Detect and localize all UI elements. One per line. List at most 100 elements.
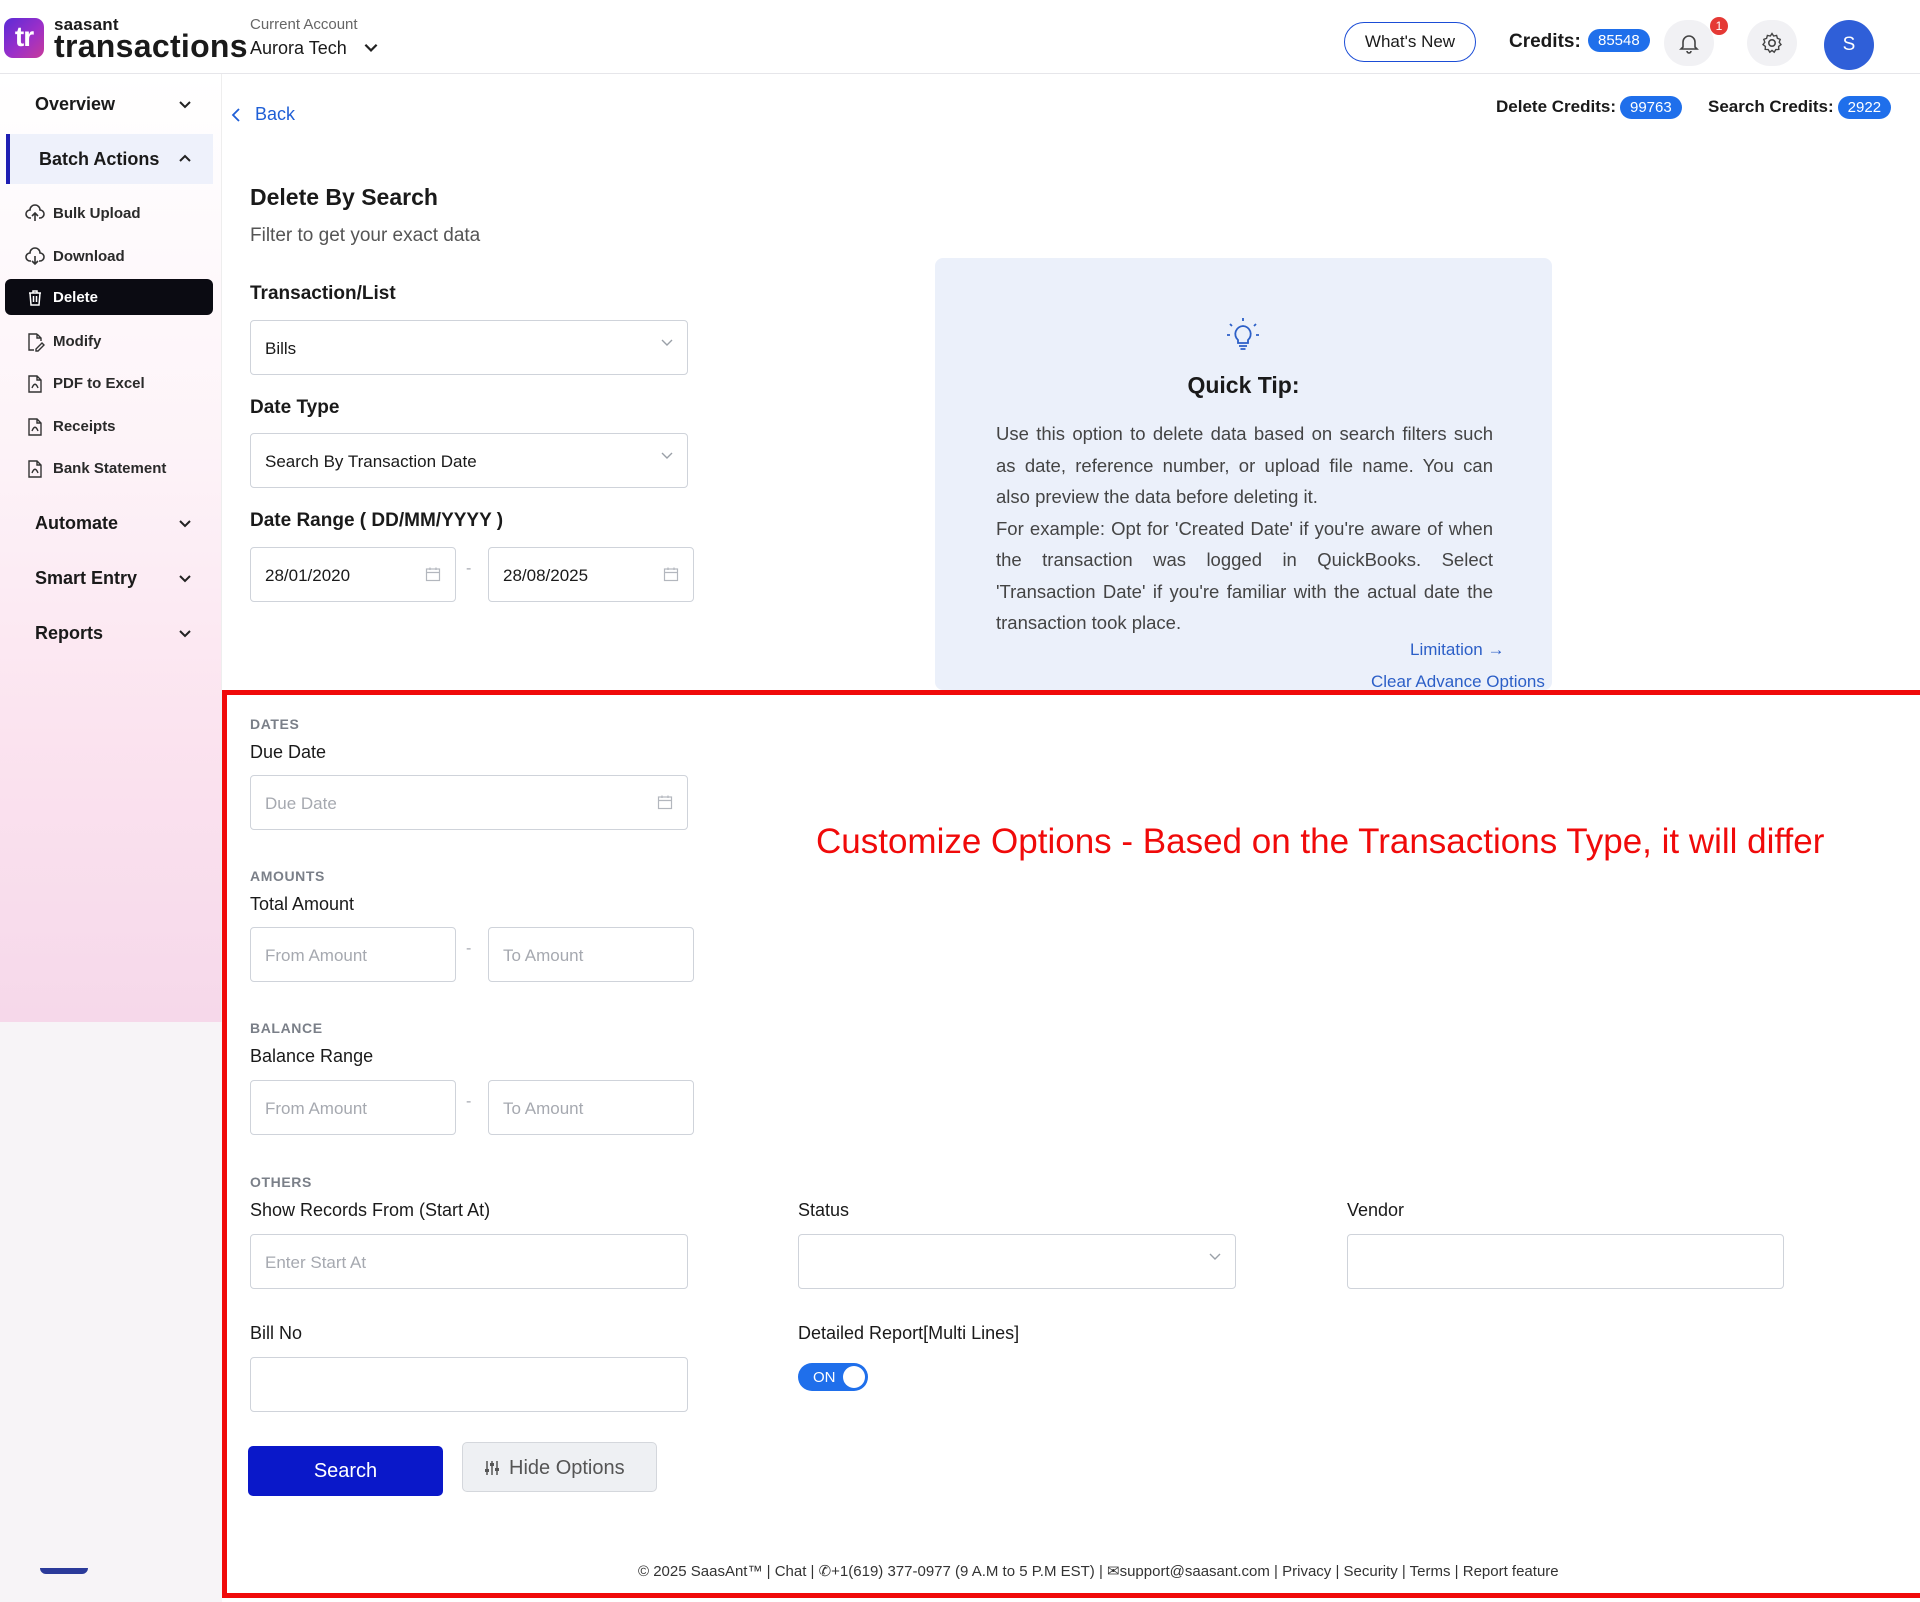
whats-new-button[interactable]: What's New — [1344, 22, 1476, 62]
sidebar-item-delete[interactable]: Delete — [5, 279, 213, 315]
pdf-file-icon — [28, 418, 42, 436]
others-section-caption: OTHERS — [250, 1174, 312, 1190]
sidebar-item-label: Automate — [35, 513, 119, 533]
status-select[interactable] — [798, 1234, 1236, 1289]
edit-file-icon — [28, 333, 45, 352]
toggle-state-label: ON — [813, 1369, 836, 1386]
status-label: Status — [798, 1200, 850, 1220]
clear-advance-options-link[interactable]: Clear Advance Options — [1371, 672, 1545, 692]
cloud-download-icon — [25, 247, 45, 266]
pdf-file-icon — [28, 375, 42, 393]
delete-credits-badge: 99763 — [1619, 96, 1682, 119]
transaction-list-label: Transaction/List — [250, 283, 396, 304]
sidebar-item-bank-statement[interactable]: Bank Statement — [5, 450, 213, 486]
sidebar-item-label: Modify — [53, 333, 102, 350]
date-range-dash: - — [466, 560, 472, 577]
bill-no-input[interactable] — [250, 1357, 688, 1412]
notification-badge: 1 — [1710, 17, 1728, 35]
limitation-link[interactable]: Limitation → — [1410, 640, 1504, 660]
from-amount-placeholder: From Amount — [265, 1099, 368, 1118]
sidebar-lower — [0, 1022, 222, 1602]
search-credits-badge: 2922 — [1837, 96, 1892, 119]
detailed-report-toggle[interactable]: ON — [798, 1363, 868, 1391]
sidebar-item-pdf-to-excel[interactable]: PDF to Excel — [5, 365, 213, 401]
bill-no-label: Bill No — [250, 1323, 303, 1343]
sidebar-item-receipts[interactable]: Receipts — [5, 408, 213, 444]
date-type-value: Search By Transaction Date — [265, 452, 477, 471]
sidebar-scroll-handle[interactable] — [40, 1568, 88, 1574]
balance-range-dash: - — [466, 1093, 472, 1110]
from-amount-placeholder: From Amount — [265, 946, 368, 965]
sidebar-item-reports[interactable]: Reports — [6, 611, 213, 655]
search-button[interactable]: Search — [248, 1446, 443, 1496]
amount-range-dash: - — [466, 940, 472, 957]
date-from-value: 28/01/2020 — [265, 566, 351, 585]
start-at-input[interactable]: Enter Start At — [250, 1234, 688, 1289]
hide-options-button[interactable]: Hide Options — [462, 1442, 657, 1492]
chevron-down-icon — [179, 630, 191, 638]
sidebar-item-overview[interactable]: Overview — [6, 82, 213, 126]
sliders-icon — [485, 1461, 499, 1475]
balance-from-input[interactable]: From Amount — [250, 1080, 456, 1135]
credits-badge: 85548 — [1588, 29, 1650, 52]
due-date-placeholder: Due Date — [265, 794, 337, 813]
date-type-label: Date Type — [250, 397, 340, 418]
to-amount-placeholder: To Amount — [503, 1099, 584, 1118]
due-date-input[interactable]: Due Date — [250, 775, 688, 830]
sidebar-item-bulk-upload[interactable]: Bulk Upload — [5, 195, 213, 231]
dates-section-caption: DATES — [250, 716, 300, 732]
balance-to-input[interactable]: To Amount — [488, 1080, 694, 1135]
quick-tip-paragraph: Use this option to delete data based on … — [996, 423, 1493, 507]
sidebar-item-label: Delete — [53, 289, 99, 306]
calendar-icon[interactable] — [663, 566, 679, 582]
transaction-list-select[interactable]: Bills — [250, 320, 688, 375]
chevron-left-icon — [231, 108, 240, 122]
delete-credits-label: Delete Credits: — [1496, 97, 1616, 116]
user-avatar[interactable]: S — [1824, 20, 1874, 70]
sidebar-item-batch-actions[interactable]: Batch Actions — [6, 134, 213, 184]
sidebar-item-download[interactable]: Download — [5, 238, 213, 274]
settings-button[interactable] — [1747, 20, 1797, 66]
pdf-file-icon — [28, 460, 42, 478]
chevron-down-icon — [179, 101, 191, 109]
sidebar-item-label: Bulk Upload — [53, 205, 141, 222]
account-caption: Current Account — [250, 16, 358, 33]
date-from-input[interactable]: 28/01/2020 — [250, 547, 456, 602]
bell-icon — [1679, 35, 1699, 54]
logo-mark[interactable]: tr — [4, 18, 44, 58]
top-header: tr saasant transactions Current Account … — [0, 0, 1920, 74]
page-subtitle: Filter to get your exact data — [250, 225, 481, 246]
footer-links[interactable]: © 2025 SaasAnt™ | Chat | ✆+1(619) 377-09… — [638, 1562, 1559, 1580]
account-selector[interactable]: Aurora Tech — [250, 38, 347, 59]
chevron-down-icon[interactable] — [362, 38, 380, 56]
vendor-label: Vendor — [1347, 1200, 1405, 1220]
search-credits: Search Credits: 2922 — [1708, 96, 1892, 119]
logo-brand-name[interactable]: transactions — [54, 28, 248, 65]
sidebar-item-smart-entry[interactable]: Smart Entry — [6, 556, 213, 600]
date-to-input[interactable]: 28/08/2025 — [488, 547, 694, 602]
vendor-input[interactable] — [1347, 1234, 1784, 1289]
balance-section-caption: BALANCE — [250, 1020, 323, 1036]
sidebar-item-label: Overview — [35, 94, 116, 114]
date-type-select[interactable]: Search By Transaction Date — [250, 433, 688, 488]
total-amount-from-input[interactable]: From Amount — [250, 927, 456, 982]
notifications-button[interactable] — [1664, 20, 1714, 66]
sidebar-item-label: Reports — [35, 623, 104, 643]
date-to-value: 28/08/2025 — [503, 566, 589, 585]
quick-tip-body: Use this option to delete data based on … — [996, 418, 1493, 639]
chevron-down-icon — [179, 575, 191, 583]
sidebar-item-label: Receipts — [53, 418, 116, 435]
sidebar-item-modify[interactable]: Modify — [5, 323, 213, 359]
date-range-label: Date Range ( DD/MM/YYYY ) — [250, 510, 504, 531]
chevron-down-icon — [179, 520, 191, 528]
start-at-placeholder: Enter Start At — [265, 1253, 367, 1272]
sidebar-item-automate[interactable]: Automate — [6, 501, 213, 545]
credits-label: Credits: — [1509, 31, 1581, 52]
calendar-icon[interactable] — [657, 794, 673, 810]
calendar-icon[interactable] — [425, 566, 441, 582]
total-amount-to-input[interactable]: To Amount — [488, 927, 694, 982]
delete-credits: Delete Credits: 99763 — [1496, 96, 1682, 119]
balance-range-label: Balance Range — [250, 1046, 374, 1066]
sidebar-item-label: Bank Statement — [53, 460, 167, 477]
to-amount-placeholder: To Amount — [503, 946, 584, 965]
